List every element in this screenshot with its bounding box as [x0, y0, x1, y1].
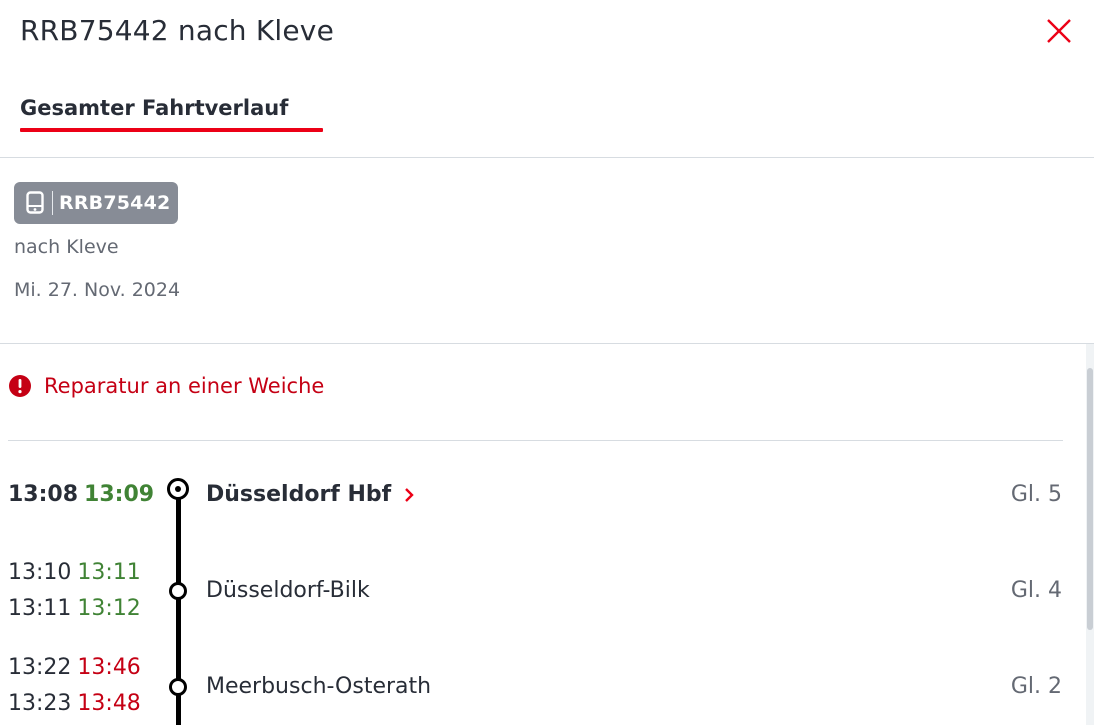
delayed-time: 13:48	[77, 691, 141, 716]
tab-gesamter-fahrtverlauf[interactable]: Gesamter Fahrtverlauf	[20, 96, 288, 120]
badge-separator	[52, 191, 53, 215]
station-link-duesseldorf-hbf[interactable]: Düsseldorf Hbf	[206, 482, 415, 507]
platform-label: Gl. 5	[1010, 482, 1062, 507]
page-title: RRB75442 nach Kleve	[20, 14, 335, 47]
stop-3-departure: 13:23 13:48	[8, 691, 141, 716]
realtime-time: 13:12	[77, 596, 141, 621]
train-info: RRB75442 nach Kleve Mi. 27. Nov. 2024	[0, 158, 1094, 344]
stop-1-departure: 13:08 13:09	[8, 482, 154, 507]
stop-marker	[169, 678, 187, 696]
route-scroll-area[interactable]: Reparatur an einer Weiche 13:08 13:09 Düs…	[0, 344, 1094, 725]
realtime-time: 13:09	[84, 482, 155, 507]
planned-time: 13:23	[8, 691, 72, 716]
close-button[interactable]	[1042, 14, 1076, 48]
regional-train-icon	[24, 190, 46, 216]
chevron-right-icon	[405, 487, 414, 502]
active-tab-indicator	[20, 128, 323, 132]
alert-message: Reparatur an einer Weiche	[44, 374, 325, 398]
stop-3-arrival: 13:22 13:46	[8, 655, 141, 680]
planned-time: 13:08	[8, 482, 79, 507]
planned-time: 13:11	[8, 596, 72, 621]
stop-marker-start	[167, 478, 189, 500]
stop-2-arrival: 13:10 13:11	[8, 560, 141, 585]
travel-date: Mi. 27. Nov. 2024	[14, 279, 181, 301]
train-number: RRB75442	[59, 192, 171, 214]
station-name: Meerbusch-Osterath	[206, 674, 432, 699]
station-name: Düsseldorf-Bilk	[206, 578, 370, 603]
scrollbar-thumb[interactable]	[1087, 368, 1093, 630]
realtime-time: 13:11	[77, 560, 141, 585]
disruption-alert: Reparatur an einer Weiche	[8, 374, 324, 398]
station-name: Düsseldorf Hbf	[206, 482, 392, 507]
stop-2-departure: 13:11 13:12	[8, 596, 141, 621]
delayed-time: 13:46	[77, 655, 141, 680]
platform-label: Gl. 4	[1010, 578, 1062, 603]
destination-text: nach Kleve	[14, 236, 119, 258]
train-badge: RRB75442	[14, 182, 179, 224]
stop-marker	[169, 582, 187, 600]
platform-label: Gl. 2	[1010, 674, 1062, 699]
close-icon	[1047, 19, 1071, 43]
planned-time: 13:22	[8, 655, 72, 680]
divider	[8, 440, 1063, 441]
dialog-header: RRB75442 nach Kleve Gesamter Fahrtverlau…	[0, 0, 1094, 158]
exclamation-circle-icon	[9, 375, 31, 397]
planned-time: 13:10	[8, 560, 72, 585]
